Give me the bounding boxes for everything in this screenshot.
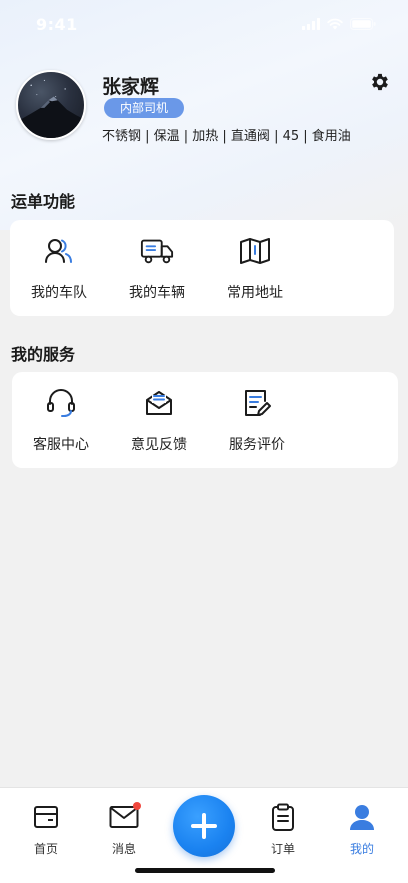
waybill-card: 我的车队 我的车辆 常用地址 (10, 220, 394, 316)
feedback-button[interactable]: 意见反馈 (110, 386, 208, 454)
service-evaluation-label: 服务评价 (229, 437, 285, 453)
message-badge-dot (133, 802, 141, 810)
customer-service-button[interactable]: 客服中心 (12, 386, 110, 454)
service-evaluation-button[interactable]: 服务评价 (208, 386, 306, 454)
headset-icon (47, 389, 75, 417)
services-section-title: 我的服务 (11, 345, 76, 364)
settings-button[interactable] (368, 70, 392, 94)
evaluation-icon (245, 390, 271, 416)
clipboard-icon (272, 803, 294, 831)
truck-icon (140, 239, 174, 264)
my-fleet-button[interactable]: 我的车队 (10, 234, 108, 302)
wifi-icon (327, 18, 343, 30)
signal-icon (302, 18, 320, 30)
tab-messages-label: 消息 (111, 842, 136, 856)
user-name: 张家辉 (102, 76, 160, 98)
status-time: 9:41 (36, 14, 78, 34)
map-icon (240, 238, 270, 264)
tab-orders-label: 订单 (270, 842, 295, 856)
feedback-icon (146, 391, 172, 415)
home-indicator (135, 868, 275, 873)
add-button[interactable] (173, 795, 235, 857)
my-vehicles-button[interactable]: 我的车辆 (108, 234, 206, 302)
home-icon (34, 806, 58, 828)
driver-tags: 不锈钢 | 保温 | 加热 | 直通阀 | 45 | 食用油 (102, 129, 351, 144)
services-card: 客服中心 意见反馈 服务评价 (12, 372, 398, 468)
gear-icon (372, 73, 388, 91)
fleet-icon (45, 239, 72, 263)
status-icons (302, 18, 376, 30)
tab-home-label: 首页 (33, 842, 58, 856)
profile-header: 张家辉 内部司机 不锈钢 | 保温 | 加热 | 直通阀 | 45 | 食用油 (16, 70, 392, 144)
common-address-label: 常用地址 (227, 285, 283, 301)
tab-messages[interactable]: 消息 (92, 802, 156, 857)
common-address-button[interactable]: 常用地址 (206, 234, 304, 302)
my-vehicles-label: 我的车辆 (129, 285, 185, 301)
customer-service-label: 客服中心 (33, 437, 89, 453)
feedback-label: 意见反馈 (131, 437, 187, 453)
tab-home[interactable]: 首页 (14, 802, 78, 857)
avatar[interactable] (16, 70, 86, 140)
waybill-section-title: 运单功能 (11, 192, 76, 211)
tab-mine-label: 我的 (349, 842, 374, 856)
my-fleet-label: 我的车队 (31, 285, 87, 301)
role-badge: 内部司机 (104, 98, 185, 118)
plus-icon (191, 813, 217, 839)
battery-icon (350, 18, 376, 30)
tab-orders[interactable]: 订单 (251, 802, 315, 857)
status-bar: 9:41 (0, 0, 408, 48)
user-icon (350, 805, 374, 830)
tab-mine[interactable]: 我的 (330, 802, 394, 857)
